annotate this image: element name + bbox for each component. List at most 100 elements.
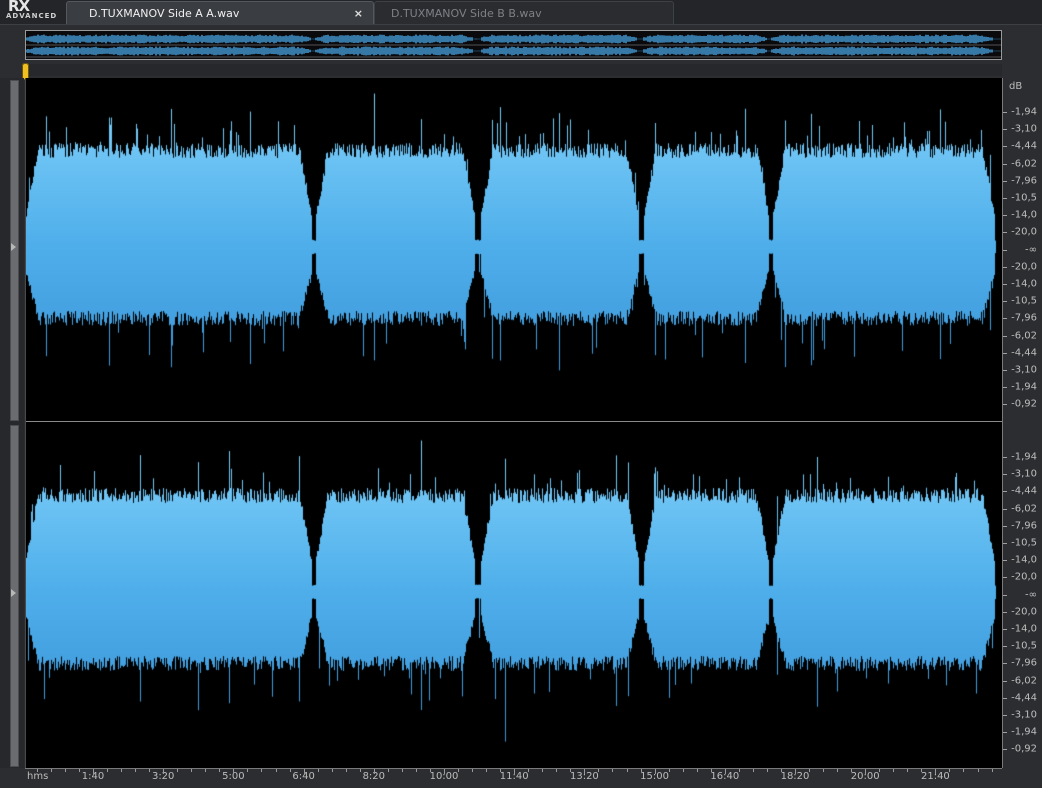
db-tick-label: -6,02: [1011, 158, 1037, 170]
time-tick: [303, 769, 305, 774]
db-tick-label: -7,96: [1011, 312, 1037, 324]
db-unit-label: dB: [1009, 81, 1023, 92]
db-tick: [1003, 249, 1007, 251]
top-ruler[interactable]: [25, 64, 1002, 76]
time-tick: [823, 769, 825, 772]
time-tick: [163, 769, 165, 774]
time-tick: [654, 769, 656, 774]
time-tick: [598, 769, 600, 772]
waveform-overview[interactable]: [25, 30, 1002, 60]
time-tick: [121, 769, 123, 772]
db-tick-label: -6,02: [1011, 330, 1037, 342]
db-tick: [1003, 697, 1007, 699]
time-tick: [570, 769, 572, 772]
db-tick-label: -20,0: [1011, 226, 1037, 238]
db-tick-label: -14,0: [1011, 623, 1037, 635]
channel-gutter: [0, 78, 24, 768]
timeline-ruler[interactable]: hms 1:40 3:20 5:00 6:40 8:20 10:00 11:40 13:20 1…: [25, 768, 1002, 788]
db-tick: [1003, 146, 1007, 148]
chevron-right-icon[interactable]: [11, 589, 16, 597]
time-tick: [963, 769, 965, 772]
tab-label: D.TUXMANOV Side A A.wav: [89, 7, 240, 20]
db-tick: [1003, 352, 1007, 354]
db-tick: [1003, 387, 1007, 389]
tab-file-side-b[interactable]: D.TUXMANOV Side B B.wav: [374, 1, 674, 24]
db-tick: [1003, 404, 1007, 406]
time-tick: [500, 769, 502, 772]
time-tick: [879, 769, 881, 772]
db-tick-label: -4,44: [1011, 347, 1037, 359]
time-tick: [780, 769, 782, 772]
channel-divider: [26, 421, 1003, 422]
waveform-canvas[interactable]: [26, 78, 1003, 768]
time-tick: [584, 769, 586, 774]
db-tick-label: -4,44: [1011, 692, 1037, 704]
time-tick: [191, 769, 193, 772]
db-tick-label: -3,10: [1011, 364, 1037, 376]
time-tick: [149, 769, 151, 772]
time-tick: [640, 769, 642, 772]
time-tick: [682, 769, 684, 772]
db-tick-label: -10,5: [1011, 537, 1037, 549]
time-tick: [949, 769, 951, 772]
db-tick: [1003, 680, 1007, 682]
tab-file-side-a[interactable]: D.TUXMANOV Side A A.wav ×: [66, 1, 374, 24]
db-tick: [1003, 284, 1007, 285]
db-tick-label: -20,0: [1011, 571, 1037, 583]
time-tick: [991, 769, 993, 772]
time-tick: [219, 769, 221, 772]
time-tick: [851, 769, 853, 772]
db-tick: [1003, 163, 1007, 165]
db-tick: [1003, 629, 1007, 630]
waveform-display[interactable]: [25, 78, 1003, 768]
db-tick: [1003, 266, 1007, 268]
time-tick: [36, 769, 38, 772]
time-tick: [626, 769, 628, 772]
time-tick: [724, 769, 726, 774]
db-tick: [1003, 301, 1007, 303]
db-tick: [1003, 508, 1007, 510]
db-tick-label: -7,96: [1011, 520, 1037, 532]
db-tick-label: -14,0: [1011, 278, 1037, 290]
db-tick: [1003, 129, 1007, 131]
db-tick: [1003, 543, 1007, 544]
db-tick-label: -7,96: [1011, 657, 1037, 669]
db-tick: [1003, 491, 1007, 493]
db-tick: [1003, 749, 1007, 751]
db-tick-label: -7,96: [1011, 175, 1037, 187]
rx-logo: RX ADVANCED: [0, 0, 66, 24]
time-tick: [935, 769, 937, 774]
time-tick: [738, 769, 740, 772]
time-tick: [247, 769, 249, 772]
time-tick: [612, 769, 614, 772]
time-tick: [458, 769, 460, 772]
time-tick: [766, 769, 768, 772]
db-tick-label: -4,44: [1011, 140, 1037, 152]
db-tick-label: -4,44: [1011, 485, 1037, 497]
time-tick: [317, 769, 319, 772]
time-tick: [921, 769, 923, 772]
chevron-right-icon[interactable]: [11, 243, 16, 251]
db-tick-label: -20,0: [1011, 261, 1037, 273]
db-tick: [1003, 525, 1007, 527]
time-tick: [93, 769, 94, 774]
time-tick: [387, 769, 389, 772]
time-tick: [135, 769, 137, 772]
db-tick: [1003, 370, 1007, 371]
db-tick: [1003, 611, 1007, 613]
overview-waveform: [26, 34, 1001, 58]
overview-channel-left: [26, 34, 1001, 44]
db-tick-label: -6,02: [1011, 675, 1037, 687]
close-icon[interactable]: ×: [354, 2, 363, 25]
time-unit-label: hms: [27, 771, 49, 782]
time-tick: [444, 769, 445, 774]
db-tick: [1003, 715, 1007, 716]
time-tick: [977, 769, 979, 772]
db-tick-label: -14,0: [1011, 209, 1037, 221]
time-tick: [809, 769, 811, 772]
time-tick: [331, 769, 333, 772]
db-tick: [1003, 215, 1007, 217]
db-tick: [1003, 646, 1007, 648]
time-tick: [233, 769, 235, 774]
time-tick: [401, 769, 403, 772]
